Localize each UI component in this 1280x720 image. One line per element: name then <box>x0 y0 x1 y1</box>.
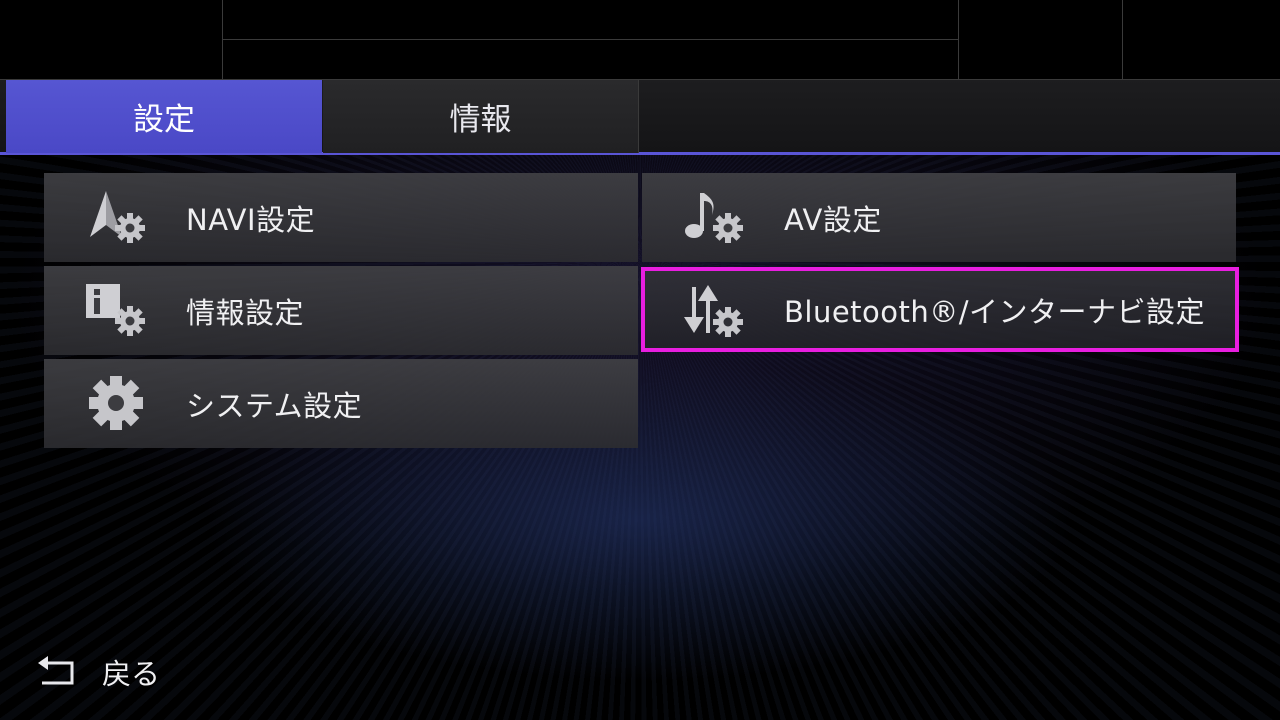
music-settings-icon <box>685 193 743 243</box>
info-settings-button[interactable]: 情報設定 <box>44 266 638 355</box>
status-bar <box>0 0 1280 80</box>
bluetooth-internavi-settings-button[interactable]: Bluetooth®/インターナビ設定 <box>641 267 1239 352</box>
info-settings-label: 情報設定 <box>186 295 305 330</box>
gear-icon <box>89 376 143 430</box>
av-settings-label: AV設定 <box>784 202 882 237</box>
bluetooth-internavi-settings-label: Bluetooth®/インターナビ設定 <box>784 294 1206 329</box>
navi-settings-label: NAVI設定 <box>186 202 316 237</box>
system-settings-label: システム設定 <box>186 388 363 423</box>
navi-settings-button[interactable]: NAVI設定 <box>44 173 638 262</box>
bluetooth-internavi-settings-icon <box>684 285 743 337</box>
info-settings-icon <box>86 284 145 336</box>
tab-settings[interactable]: 設定 <box>6 80 322 153</box>
av-settings-button[interactable]: AV設定 <box>642 173 1236 262</box>
tab-information[interactable]: 情報 <box>323 80 639 153</box>
back-arrow-icon <box>38 656 74 685</box>
tab-bar: 設定 情報 <box>0 79 1280 155</box>
back-button[interactable]: 戻る <box>36 650 160 694</box>
back-label: 戻る <box>102 657 161 691</box>
navi-settings-icon <box>90 191 145 243</box>
system-settings-button[interactable]: システム設定 <box>44 359 638 448</box>
